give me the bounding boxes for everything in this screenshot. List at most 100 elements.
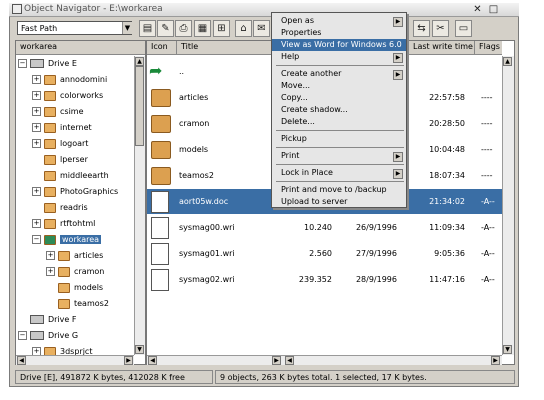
submenu-arrow-icon[interactable]: ▶ (393, 53, 403, 63)
menu-item-help[interactable]: Help ▶ (272, 51, 406, 63)
submenu-arrow-icon[interactable]: ▶ (393, 17, 403, 27)
tree-item-drive-g[interactable]: − Drive G (18, 328, 78, 344)
tree-expander-icon[interactable]: + (32, 139, 41, 148)
document-icon (151, 243, 169, 265)
tree-expander-icon[interactable]: + (32, 75, 41, 84)
submenu-arrow-icon[interactable]: ▶ (393, 152, 403, 162)
tree-item-colorworks[interactable]: + colorworks (32, 88, 103, 104)
row-size: 2.560 (309, 249, 332, 258)
menu-item-label: Print (281, 151, 300, 160)
menu-item-label: Copy... (281, 93, 308, 102)
tree-item-drive-e[interactable]: − Drive E (18, 56, 77, 72)
folder-icon (44, 218, 56, 229)
tree-expander-icon[interactable]: + (46, 267, 55, 276)
tree-item-drive-f[interactable]: Drive F (18, 312, 76, 328)
tree-item-annodomini[interactable]: + annodomini (32, 72, 107, 88)
tree-horizontal-scrollbar[interactable] (16, 355, 134, 365)
tree-item-lperser[interactable]: lperser (32, 152, 88, 168)
mail-icon[interactable]: ✉ (253, 20, 270, 37)
list-horizontal-scrollbar[interactable] (147, 355, 502, 365)
menu-item-move[interactable]: Move... (272, 80, 406, 92)
folder-icon (58, 250, 70, 261)
col-header-time[interactable]: Last write time (408, 41, 474, 55)
grid-icon[interactable]: ⊞ (213, 20, 230, 37)
tree-expander-icon[interactable]: − (18, 331, 27, 340)
col-header-icon[interactable]: Icon (147, 41, 176, 55)
menu-item-lock-in-place[interactable]: Lock in Place ▶ (272, 167, 406, 179)
tree-item-rtftohtml[interactable]: + rtftohtml (32, 216, 95, 232)
list-vertical-scrollbar[interactable] (502, 56, 514, 355)
document-icon (151, 217, 169, 239)
row-title: sysmag01.wri (179, 249, 235, 258)
combo-dropdown-icon[interactable]: ▼ (122, 22, 132, 34)
tree-item-internet[interactable]: + internet (32, 120, 92, 136)
submenu-arrow-icon[interactable]: ▶ (393, 70, 403, 80)
tree-item-middleearth[interactable]: middleearth (32, 168, 109, 184)
tree-item-readris[interactable]: readris (32, 200, 88, 216)
submenu-arrow-icon[interactable]: ▶ (393, 169, 403, 179)
folder-icon (58, 298, 70, 309)
tree-item-label: Drive F (48, 315, 77, 324)
tree-expander-icon[interactable]: − (18, 59, 27, 68)
menu-item-create-shadow[interactable]: Create shadow... (272, 104, 406, 116)
list-scroll-up-icon[interactable]: ▲ (503, 57, 512, 66)
menu-item-create-another[interactable]: Create another ▶ (272, 68, 406, 80)
list-row[interactable]: sysmag01.wri 2.560 27/9/1996 9:05:36 -A-- (147, 241, 502, 266)
tree-expander-icon[interactable]: + (32, 91, 41, 100)
col-header-title[interactable]: Title (176, 41, 284, 55)
tree-expander-icon[interactable]: + (46, 251, 55, 260)
tree-scroll-left-icon[interactable]: ◀ (17, 356, 26, 365)
list-row[interactable]: sysmag00.wri 10.240 26/9/1996 11:09:34 -A-- (147, 215, 502, 240)
menu-item-properties[interactable]: Properties (272, 27, 406, 39)
home-icon[interactable]: ⌂ (235, 20, 252, 37)
window-icon[interactable]: ▭ (455, 20, 472, 37)
menu-item-copy[interactable]: Copy... (272, 92, 406, 104)
tree-icon[interactable]: ▦ (194, 20, 211, 37)
list-scroll-left2-icon[interactable]: ◀ (285, 356, 294, 365)
list-scroll-left-icon[interactable]: ◀ (148, 356, 157, 365)
tree-item-workarea[interactable]: − workarea (32, 232, 102, 248)
maximize-icon[interactable]: □ (487, 4, 500, 16)
menu-item-print[interactable]: Print ▶ (272, 150, 406, 162)
print-icon[interactable]: ⎙ (175, 20, 192, 37)
list-scroll-right2-icon[interactable]: ▶ (491, 356, 500, 365)
tree-scroll-up-icon[interactable]: ▲ (135, 57, 144, 66)
menu-item-print-and-move-to-backup[interactable]: Print and move to /backup (272, 184, 406, 196)
menu-item-delete[interactable]: Delete... (272, 116, 406, 128)
tree-expander-icon[interactable]: + (32, 123, 41, 132)
tree-expander-icon[interactable]: + (32, 107, 41, 116)
list-scroll-right-icon[interactable]: ▶ (272, 356, 281, 365)
tree-expander-icon[interactable]: + (32, 219, 41, 228)
close-icon[interactable]: ✕ (471, 4, 484, 16)
tree-item-cramon[interactable]: + cramon (46, 264, 104, 280)
tree-item-models[interactable]: models (46, 280, 103, 296)
cut-icon[interactable]: ✂ (432, 20, 449, 37)
folder-icon (44, 154, 56, 165)
menu-item-pickup[interactable]: Pickup (272, 133, 406, 145)
edit-icon[interactable]: ✎ (157, 20, 174, 37)
tree-scroll-down-icon[interactable]: ▼ (135, 345, 144, 354)
tree-item-articles[interactable]: + articles (46, 248, 103, 264)
menu-item-view-as-word-for-windows-6-0[interactable]: View as Word for Windows 6.0 (272, 39, 406, 51)
tree-expander-icon[interactable]: − (32, 235, 41, 244)
tree-expander-icon[interactable]: + (32, 187, 41, 196)
list-row[interactable]: sysmag02.wri 239.352 28/9/1996 11:47:16 -A-- (147, 267, 502, 292)
tree-item-csime[interactable]: + csime (32, 104, 84, 120)
col-header-flags[interactable]: Flags (474, 41, 502, 55)
view-icon[interactable]: ▤ (139, 20, 156, 37)
swap-icon[interactable]: ⇆ (413, 20, 430, 37)
tree-item-label: readris (60, 203, 88, 212)
tree-item-logoart[interactable]: + logoart (32, 136, 88, 152)
menu-separator (276, 181, 404, 182)
menu-item-upload-to-server[interactable]: Upload to server (272, 196, 406, 208)
folder-icon (151, 89, 171, 107)
fast-path-combo[interactable]: Fast Path (17, 21, 132, 35)
list-scroll-down-icon[interactable]: ▼ (503, 345, 512, 354)
tree-item-photographics[interactable]: + PhotoGraphics (32, 184, 118, 200)
tree-scroll-right-icon[interactable]: ▶ (124, 356, 133, 365)
tree-item-teamos2[interactable]: teamos2 (46, 296, 109, 312)
row-title: aort05w.doc (179, 197, 229, 206)
tree-scroll-thumb[interactable] (135, 66, 144, 146)
menu-item-open-as[interactable]: Open as ▶ (272, 15, 406, 27)
system-menu-icon[interactable] (12, 4, 22, 14)
